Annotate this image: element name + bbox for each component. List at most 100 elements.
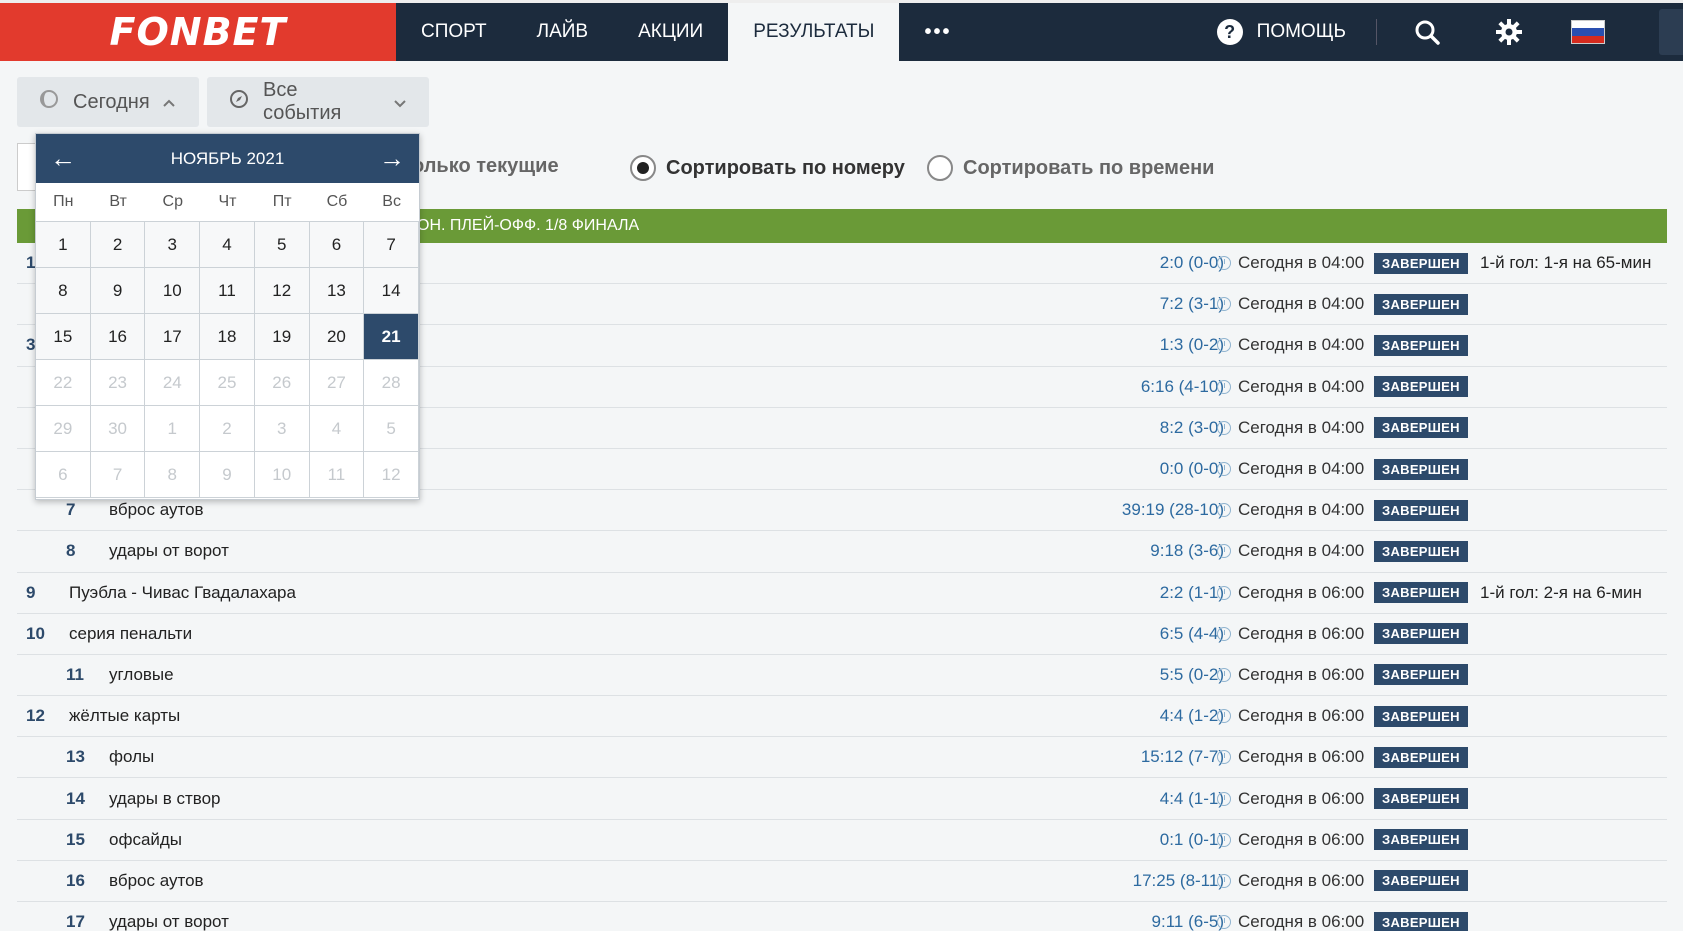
events-filter[interactable]: Все события	[207, 77, 429, 127]
weekday-label: Вс	[382, 193, 401, 210]
event-number: 13	[66, 747, 85, 767]
calendar-day: 22	[36, 360, 91, 406]
calendar-day[interactable]: 7	[364, 222, 419, 268]
event-time: Сегодня в 04:00	[1238, 294, 1365, 314]
calendar-day[interactable]: 12	[254, 268, 310, 314]
event-name: удары в створ	[109, 788, 221, 808]
calendar-day-selected[interactable]: 21	[364, 314, 419, 360]
calendar-day[interactable]: 13	[309, 268, 365, 314]
status-badge: ЗАВЕРШЕН	[1374, 376, 1468, 398]
event-time: Сегодня в 06:00	[1238, 623, 1365, 643]
result-row[interactable]: 17 удары от ворот 9:11 (6-5) Сегодня в 06:0…	[17, 902, 1667, 931]
flag-ru-icon[interactable]	[1571, 20, 1605, 44]
event-number: 8	[66, 541, 76, 561]
status-badge: ЗАВЕРШЕН	[1374, 911, 1468, 931]
calendar-day[interactable]: 1	[36, 222, 91, 268]
clock-icon	[1217, 544, 1231, 559]
clock-icon	[1217, 338, 1231, 353]
event-time: Сегодня в 06:00	[1238, 664, 1365, 684]
event-score: 4:4 (1-1)	[1159, 788, 1224, 808]
event-time: Сегодня в 06:00	[1238, 870, 1365, 890]
event-score: 0:1 (0-1)	[1159, 829, 1224, 849]
status-badge: ЗАВЕРШЕН	[1374, 788, 1468, 810]
clock-icon	[1217, 832, 1231, 847]
event-score: 2:2 (1-1)	[1159, 582, 1224, 602]
result-row[interactable]: 8 удары от ворот 9:18 (3-6) Сегодня в 04:00…	[17, 531, 1667, 573]
calendar-day: 12	[364, 452, 419, 498]
top-right-tools: ? ПОМОЩЬ	[1216, 3, 1683, 61]
event-number: 14	[66, 788, 85, 808]
help-button[interactable]: ? ПОМОЩЬ	[1216, 19, 1377, 45]
gear-icon[interactable]	[1489, 12, 1529, 52]
calendar-day: 3	[254, 406, 310, 452]
calendar-day[interactable]: 3	[145, 222, 201, 268]
event-score: 8:2 (3-0)	[1159, 417, 1224, 437]
event-time: Сегодня в 06:00	[1238, 582, 1365, 602]
calendar-day[interactable]: 2	[90, 222, 146, 268]
status-badge: ЗАВЕРШЕН	[1374, 334, 1468, 356]
more-menu-icon[interactable]: •••	[899, 3, 976, 61]
events-filter-label: Все события	[263, 79, 342, 124]
status-badge: ЗАВЕРШЕН	[1374, 829, 1468, 851]
search-icon[interactable]	[1407, 12, 1447, 52]
result-row[interactable]: 14 удары в створ 4:4 (1-1) Сегодня в 06:00 З…	[17, 778, 1667, 820]
nav-sport[interactable]: СПОРТ	[396, 3, 512, 61]
sort-by-time-label: Сортировать по времени	[963, 156, 1215, 179]
date-filter-label: Сегодня	[73, 90, 150, 113]
calendar-weekdays: Пн Вт Ср Чт Пт Сб Вс	[36, 183, 419, 221]
event-time: Сегодня в 04:00	[1238, 459, 1365, 479]
event-score: 7:2 (3-1)	[1159, 294, 1224, 314]
clock-icon	[1217, 585, 1231, 600]
radio-unchecked-icon	[927, 155, 953, 181]
calendar-day[interactable]: 17	[145, 314, 201, 360]
nav-promo[interactable]: АКЦИИ	[613, 3, 728, 61]
calendar-day[interactable]: 10	[145, 268, 201, 314]
sort-by-number-radio[interactable]: Сортировать по номеру	[630, 155, 905, 181]
event-score: 9:11 (6-5)	[1151, 912, 1224, 931]
status-badge: ЗАВЕРШЕН	[1374, 746, 1468, 768]
prev-month-icon[interactable]: ←	[50, 143, 76, 174]
calendar-day[interactable]: 5	[254, 222, 310, 268]
only-current-option[interactable]: олько текущие	[412, 155, 559, 178]
status-badge: ЗАВЕРШЕН	[1374, 540, 1468, 562]
date-filter[interactable]: Сегодня	[17, 77, 199, 127]
status-badge: ЗАВЕРШЕН	[1374, 870, 1468, 892]
calendar-day: 29	[36, 406, 91, 452]
result-row[interactable]: 16 вброс аутов 17:25 (8-11) Сегодня в 06:00…	[17, 861, 1667, 902]
event-name: вброс аутов	[109, 500, 204, 520]
result-row[interactable]: 9 Пуэбла - Чивас Гвадалахара 2:2 (1-1) Сего…	[17, 573, 1667, 614]
calendar-day[interactable]: 19	[254, 314, 310, 360]
logo[interactable]: FONBET	[0, 3, 396, 61]
result-row[interactable]: 11 угловые 5:5 (0-2) Сегодня в 06:00 ЗАВЕРШЕ…	[17, 655, 1667, 697]
weekday-label: Пт	[272, 193, 292, 210]
sort-by-time-radio[interactable]: Сортировать по времени	[927, 155, 1214, 181]
calendar-day[interactable]: 15	[36, 314, 91, 360]
calendar-day[interactable]: 6	[309, 222, 365, 268]
event-name: удары от ворот	[109, 912, 229, 931]
event-score: 0:0 (0-0)	[1159, 459, 1224, 479]
help-icon: ?	[1216, 19, 1243, 45]
calendar-day[interactable]: 11	[200, 268, 255, 314]
calendar-day[interactable]: 4	[200, 222, 255, 268]
weekday-label: Вт	[109, 193, 127, 210]
calendar-day[interactable]: 20	[309, 314, 365, 360]
event-time: Сегодня в 04:00	[1238, 335, 1365, 355]
weekday-label: Пн	[53, 193, 74, 210]
result-row[interactable]: 12 жёлтые карты 4:4 (1-2) Сегодня в 06:00 ЗА…	[17, 696, 1667, 738]
calendar-day[interactable]: 18	[200, 314, 255, 360]
calendar-day[interactable]: 8	[36, 268, 91, 314]
next-month-icon[interactable]: →	[379, 143, 405, 174]
nav-live[interactable]: ЛАЙВ	[512, 3, 613, 61]
calendar-day: 11	[309, 452, 365, 498]
calendar-day[interactable]: 9	[90, 268, 146, 314]
result-row[interactable]: 10 серия пенальти 6:5 (4-4) Сегодня в 06:00…	[17, 614, 1667, 655]
calendar-day: 6	[36, 452, 91, 498]
calendar-day[interactable]: 16	[90, 314, 146, 360]
result-row[interactable]: 15 офсайды 0:1 (0-1) Сегодня в 06:00 ЗАВЕРШЕ…	[17, 820, 1667, 861]
status-badge: ЗАВЕРШЕН	[1374, 293, 1468, 315]
nav-results[interactable]: РЕЗУЛЬТАТЫ	[728, 3, 900, 61]
result-row[interactable]: 13 фолы 15:12 (7-7) Сегодня в 06:00 ЗАВЕРШЕН	[17, 737, 1667, 779]
account-edge[interactable]	[1659, 9, 1683, 55]
event-number: 16	[66, 870, 85, 890]
calendar-day[interactable]: 14	[364, 268, 419, 314]
